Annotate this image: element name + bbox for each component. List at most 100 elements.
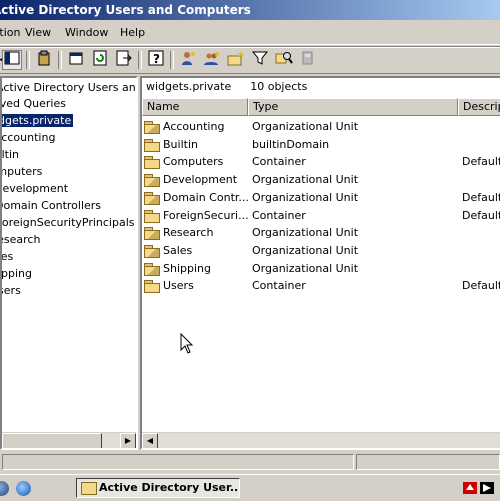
organizational-unit-icon bbox=[144, 174, 160, 188]
tree-item-foreign-security-principals[interactable]: ForeignSecurityPrincipals bbox=[2, 215, 136, 231]
details-domain-name: widgets.private bbox=[146, 80, 232, 93]
column-header-type[interactable]: Type bbox=[248, 98, 458, 116]
menu-window[interactable]: Window bbox=[65, 26, 108, 39]
list-horizontal-scrollbar[interactable]: ◀ bbox=[142, 432, 500, 448]
menu-help[interactable]: Help bbox=[120, 26, 145, 39]
tree-item-saved-queries[interactable]: Saved Queries bbox=[2, 96, 68, 112]
column-header-description[interactable]: Description bbox=[458, 98, 500, 116]
properties-icon[interactable] bbox=[66, 50, 86, 70]
list-row[interactable]: ForeignSecuri... Container Default bbox=[142, 207, 500, 224]
list-row[interactable]: Shipping Organizational Unit bbox=[142, 260, 500, 277]
list-row[interactable]: Accounting Organizational Unit bbox=[142, 118, 500, 135]
list-row-type: builtinDomain bbox=[252, 137, 330, 151]
tree-item-sales[interactable]: Sales bbox=[2, 249, 15, 265]
container-folder-icon bbox=[144, 280, 160, 294]
show-hide-console-tree-icon[interactable] bbox=[2, 50, 22, 70]
add-to-group-icon[interactable] bbox=[298, 50, 318, 70]
tree-scroll-thumb[interactable] bbox=[2, 433, 102, 448]
menu-action[interactable]: Action bbox=[0, 26, 20, 39]
tree-horizontal-scrollbar[interactable]: ▶ bbox=[2, 432, 136, 448]
column-header-name[interactable]: Name bbox=[142, 98, 248, 116]
filter-icon[interactable] bbox=[250, 50, 270, 70]
tree-item-computers[interactable]: Computers bbox=[2, 164, 44, 180]
list-row[interactable]: Builtin builtinDomain bbox=[142, 136, 500, 153]
list-row[interactable]: Research Organizational Unit bbox=[142, 224, 500, 241]
copy-icon[interactable] bbox=[34, 50, 54, 70]
find-icon[interactable] bbox=[274, 50, 294, 70]
organizational-unit-icon bbox=[144, 227, 160, 241]
internet-explorer-icon[interactable] bbox=[16, 481, 31, 496]
system-tray bbox=[462, 480, 500, 496]
tree-item-builtin[interactable]: Builtin bbox=[2, 147, 21, 163]
list-row-type: Organizational Unit bbox=[252, 243, 359, 257]
new-ou-icon[interactable] bbox=[226, 50, 246, 70]
list-row-type: Organizational Unit bbox=[252, 190, 359, 204]
list-row[interactable]: Computers Container Default bbox=[142, 153, 500, 170]
list-row-name: Users bbox=[144, 277, 248, 294]
toolbar-separator bbox=[170, 51, 174, 69]
taskbar-button-label: Active Directory User... bbox=[99, 481, 240, 494]
tree-item-users[interactable]: Users bbox=[2, 283, 23, 299]
taskbar-folder-icon bbox=[81, 482, 97, 495]
list-row[interactable]: Development Organizational Unit bbox=[142, 171, 500, 188]
tree-item-domain-controllers[interactable]: Domain Controllers bbox=[2, 198, 103, 214]
list-row-type: Container bbox=[252, 208, 306, 222]
list-row-name: Sales bbox=[144, 242, 248, 259]
svg-text:?: ? bbox=[153, 52, 160, 66]
window-title: Active Directory Users and Computers bbox=[0, 3, 251, 17]
list-row-name: ForeignSecuri... bbox=[144, 207, 248, 224]
window-title-bar[interactable]: Active Directory Users and Computers bbox=[0, 0, 500, 20]
column-headers: Name Type Description bbox=[142, 98, 500, 116]
organizational-unit-icon bbox=[144, 262, 160, 276]
tree-scroll-right-icon[interactable]: ▶ bbox=[120, 433, 136, 448]
organizational-unit-icon bbox=[144, 191, 160, 205]
list-row-description: Default bbox=[462, 208, 500, 222]
list-row-type: Organizational Unit bbox=[252, 173, 359, 187]
list-row-name: Builtin bbox=[144, 136, 248, 153]
list-row-name: Domain Contr... bbox=[144, 189, 248, 206]
list-row-name: Computers bbox=[144, 153, 248, 170]
desktop-icon[interactable] bbox=[0, 481, 9, 496]
list-row-type: Container bbox=[252, 279, 306, 293]
list-row-description: Default bbox=[462, 279, 500, 293]
list-row-type: Organizational Unit bbox=[252, 261, 359, 275]
tree-item-research[interactable]: Research bbox=[2, 232, 42, 248]
details-pane: widgets.private 10 objects Name Type Des… bbox=[140, 76, 500, 450]
tree-item-shipping[interactable]: Shipping bbox=[2, 266, 34, 282]
list-row-type: Container bbox=[252, 155, 306, 169]
toolbar-separator bbox=[58, 51, 62, 69]
menu-view[interactable]: View bbox=[25, 26, 51, 39]
container-folder-icon bbox=[144, 209, 160, 223]
container-folder-icon bbox=[144, 156, 160, 170]
organizational-unit-icon bbox=[144, 244, 160, 258]
taskbar-button-active-directory[interactable]: Active Directory User... bbox=[76, 478, 240, 498]
new-group-icon[interactable] bbox=[202, 50, 222, 70]
refresh-icon[interactable] bbox=[90, 50, 110, 70]
list-row-type: Organizational Unit bbox=[252, 120, 359, 133]
list-row[interactable]: Users Container Default bbox=[142, 277, 500, 294]
details-header: widgets.private 10 objects bbox=[142, 78, 500, 99]
mouse-cursor-icon bbox=[180, 333, 194, 354]
details-object-count: 10 objects bbox=[250, 80, 308, 93]
tree-item-root[interactable]: Active Directory Users and Computers bbox=[2, 80, 136, 96]
help-icon[interactable]: ? bbox=[146, 50, 166, 70]
list-row[interactable]: Sales Organizational Unit bbox=[142, 242, 500, 259]
list-scroll-left-icon[interactable]: ◀ bbox=[142, 433, 158, 448]
tree-item-accounting[interactable]: Accounting bbox=[2, 130, 57, 146]
tree-item-widgets-private[interactable]: widgets.private bbox=[2, 113, 74, 129]
list-row-name: Research bbox=[144, 224, 248, 241]
status-bar bbox=[0, 452, 500, 472]
list-row-name: Shipping bbox=[144, 260, 248, 277]
tree-item-development[interactable]: Development bbox=[2, 181, 70, 197]
toolbar: ◀ ? bbox=[0, 46, 500, 74]
list-row-type: Organizational Unit bbox=[252, 226, 359, 240]
list-row-name: Development bbox=[144, 171, 248, 188]
tray-icons[interactable] bbox=[462, 480, 500, 496]
status-cell-main bbox=[2, 454, 354, 470]
list-row-name: Accounting bbox=[144, 118, 248, 135]
new-user-icon[interactable] bbox=[178, 50, 198, 70]
list-row[interactable]: Domain Contr... Organizational Unit Defaul… bbox=[142, 189, 500, 206]
export-list-icon[interactable] bbox=[114, 50, 134, 70]
console-tree[interactable]: Active Directory Users and Computers Sav… bbox=[0, 76, 138, 450]
list-row-description: Default bbox=[462, 155, 500, 169]
